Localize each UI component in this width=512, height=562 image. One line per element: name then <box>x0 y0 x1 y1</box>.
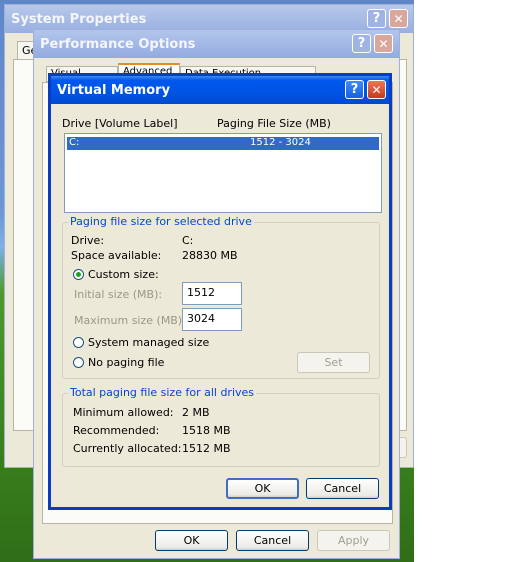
currently-allocated-value: 1512 MB <box>182 442 231 455</box>
virtual-memory-dialog: Virtual Memory ? ✕ Drive [Volume Label] … <box>48 73 392 510</box>
recommended-label: Recommended: <box>73 424 160 437</box>
minimum-allowed-label: Minimum allowed: <box>73 406 174 419</box>
system-properties-close-button[interactable]: ✕ <box>389 9 408 28</box>
selected-drive-group-title: Paging file size for selected drive <box>68 215 254 228</box>
performance-options-close-button[interactable]: ✕ <box>374 34 393 53</box>
system-managed-radio[interactable] <box>73 337 84 348</box>
set-button: Set <box>297 352 370 373</box>
recommended-value: 1518 MB <box>182 424 231 437</box>
no-paging-file-radio[interactable] <box>73 357 84 368</box>
maximum-size-label: Maximum size (MB): <box>74 314 186 327</box>
custom-size-radio[interactable] <box>73 269 84 280</box>
virtual-memory-cancel-button[interactable]: Cancel <box>306 478 379 499</box>
performance-options-title: Performance Options <box>40 36 196 52</box>
total-paging-group-title: Total paging file size for all drives <box>68 386 257 399</box>
column-header-drive: Drive [Volume Label] <box>62 117 178 130</box>
no-paging-file-label[interactable]: No paging file <box>88 356 164 369</box>
system-properties-title: System Properties <box>11 11 147 27</box>
performance-options-help-button[interactable]: ? <box>352 34 371 53</box>
virtual-memory-titlebar[interactable]: Virtual Memory <box>51 76 389 104</box>
currently-allocated-label: Currently allocated: <box>73 442 182 455</box>
space-available-value: 28830 MB <box>182 249 238 262</box>
initial-size-input[interactable]: 1512 <box>182 282 242 305</box>
drive-label: Drive: <box>71 234 105 247</box>
performance-ok-button[interactable]: OK <box>155 530 228 551</box>
custom-size-label[interactable]: Custom size: <box>88 268 159 281</box>
column-header-paging-size: Paging File Size (MB) <box>217 117 331 130</box>
maximum-size-input[interactable]: 3024 <box>182 308 242 331</box>
drive-value: C: <box>182 234 194 247</box>
list-item-drive: C: <box>69 137 80 148</box>
minimum-allowed-value: 2 MB <box>182 406 210 419</box>
initial-size-label: Initial size (MB): <box>74 288 163 301</box>
list-item-size: 1512 - 3024 <box>250 137 311 148</box>
performance-apply-button: Apply <box>317 530 390 551</box>
drive-list[interactable]: C: 1512 - 3024 <box>64 133 382 213</box>
virtual-memory-close-button[interactable]: ✕ <box>367 80 386 99</box>
virtual-memory-help-button[interactable]: ? <box>345 80 364 99</box>
system-properties-help-button[interactable]: ? <box>367 9 386 28</box>
performance-options-titlebar[interactable]: Performance Options <box>34 30 399 58</box>
performance-cancel-button[interactable]: Cancel <box>236 530 309 551</box>
virtual-memory-ok-button[interactable]: OK <box>226 478 299 499</box>
list-item[interactable]: C: 1512 - 3024 <box>67 137 379 150</box>
system-managed-label[interactable]: System managed size <box>88 336 209 349</box>
space-available-label: Space available: <box>71 249 162 262</box>
virtual-memory-title: Virtual Memory <box>57 82 171 98</box>
